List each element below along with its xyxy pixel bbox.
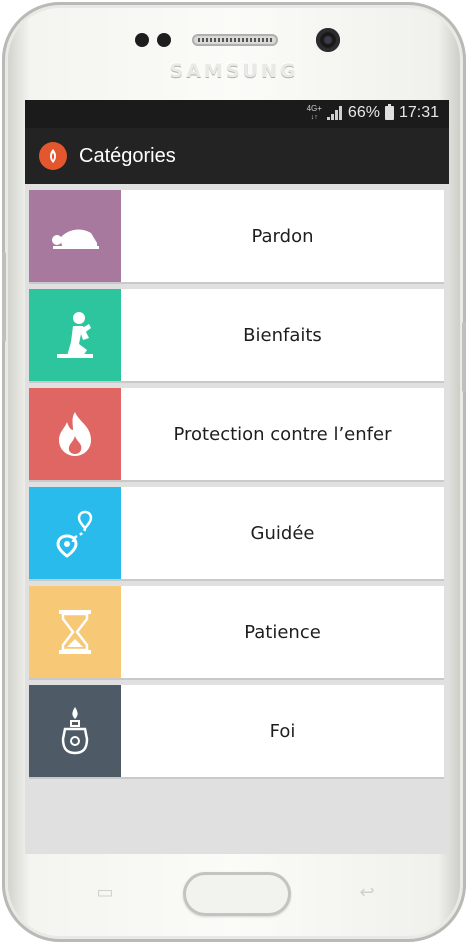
category-label: Bienfaits xyxy=(243,324,322,346)
back-icon[interactable]: ↩ xyxy=(354,884,380,902)
category-item-protection[interactable]: Protection contre l’enfer xyxy=(29,388,444,480)
category-tile xyxy=(29,487,121,579)
home-button[interactable] xyxy=(183,872,291,916)
battery-icon xyxy=(384,104,394,120)
brand-logo: SAMSUNG xyxy=(169,60,299,82)
app-logo-icon[interactable] xyxy=(39,142,67,170)
category-item-guidee[interactable]: Guidée xyxy=(29,487,444,579)
front-camera xyxy=(316,28,340,52)
network-indicator: 4G+ ↓↑ xyxy=(306,103,322,121)
category-item-patience[interactable]: Patience xyxy=(29,586,444,678)
category-tile xyxy=(29,388,121,480)
category-tile xyxy=(29,190,121,282)
category-label: Patience xyxy=(244,621,321,643)
kneeling-prayer-icon xyxy=(57,312,93,358)
hourglass-icon xyxy=(59,610,91,654)
category-label: Foi xyxy=(269,720,296,742)
category-label: Pardon xyxy=(251,225,314,247)
clock: 17:31 xyxy=(398,104,439,121)
battery-percent: 66% xyxy=(347,104,380,121)
route-pin-icon xyxy=(56,510,93,558)
volume-button xyxy=(2,252,6,342)
lamp-icon xyxy=(61,707,89,755)
page-title: Catégories xyxy=(79,144,176,167)
category-item-pardon[interactable]: Pardon xyxy=(29,190,444,282)
recent-apps-icon[interactable]: ▭ xyxy=(92,884,118,902)
category-tile xyxy=(29,685,121,777)
app-bar: Catégories xyxy=(25,128,449,184)
signal-icon xyxy=(326,106,343,120)
proximity-sensor xyxy=(135,33,149,47)
earpiece-speaker xyxy=(192,34,278,46)
category-tile xyxy=(29,586,121,678)
category-item-bienfaits[interactable]: Bienfaits xyxy=(29,289,444,381)
status-bar: 4G+ ↓↑ 66% 17:31 xyxy=(25,100,449,128)
category-item-foi[interactable]: Foi xyxy=(29,685,444,777)
category-list: Pardon Bienfaits Protection contre l’enf… xyxy=(29,190,444,784)
prostrating-person-icon xyxy=(52,229,99,249)
phone-frame: SAMSUNG 4G+ ↓↑ 66% 17:31 Catégories Pard… xyxy=(2,2,466,942)
screen: 4G+ ↓↑ 66% 17:31 Catégories Pardon Bienf… xyxy=(25,100,449,854)
light-sensor xyxy=(157,33,171,47)
category-label: Protection contre l’enfer xyxy=(173,423,392,445)
category-label: Guidée xyxy=(250,522,315,544)
power-button xyxy=(462,322,466,392)
category-tile xyxy=(29,289,121,381)
fire-icon xyxy=(59,412,91,456)
